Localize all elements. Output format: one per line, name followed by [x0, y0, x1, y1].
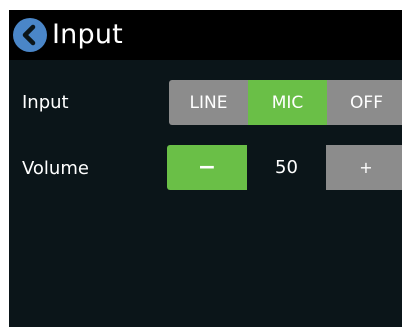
volume-label: Volume — [22, 158, 89, 179]
minus-icon: − — [197, 155, 217, 180]
plus-icon: + — [359, 158, 373, 177]
volume-decrease-button[interactable]: − — [167, 145, 247, 190]
option-line-button[interactable]: LINE — [169, 80, 248, 125]
input-settings-screen: Input Input LINE MIC OFF Volume − 50 + — [9, 10, 402, 327]
volume-value: 50 — [275, 157, 298, 178]
volume-increase-button[interactable]: + — [326, 145, 402, 190]
option-mic-button[interactable]: MIC — [248, 80, 327, 125]
input-source-selector: LINE MIC OFF — [169, 80, 402, 125]
option-off-button[interactable]: OFF — [327, 80, 402, 125]
input-label: Input — [22, 92, 69, 113]
chevron-left-icon — [22, 24, 36, 46]
page-title: Input — [52, 19, 123, 50]
header-bar: Input — [9, 10, 402, 60]
back-button[interactable] — [13, 18, 47, 52]
